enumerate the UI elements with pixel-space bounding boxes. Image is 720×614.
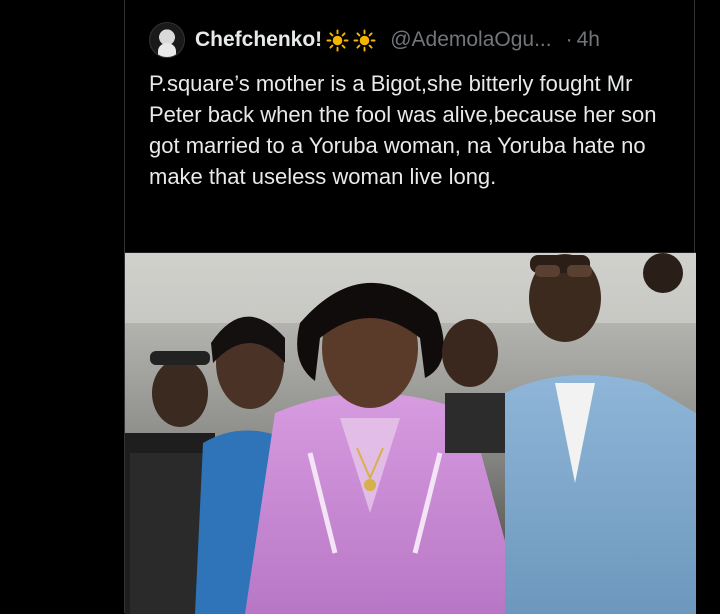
sun-icon — [326, 28, 349, 52]
photo-image — [125, 253, 696, 614]
display-name[interactable]: Chefchenko! — [195, 28, 322, 52]
avatar[interactable] — [149, 22, 185, 58]
separator-dot: · — [565, 28, 573, 51]
tweet-header: Chefchenko! @AdemolaOgu... · 4h — [149, 20, 689, 60]
timestamp[interactable]: 4h — [577, 28, 600, 52]
sun-icon — [353, 28, 376, 52]
tweet-text: P.square’s mother is a Bigot,she bitterl… — [149, 71, 657, 189]
tweet-photo[interactable] — [125, 252, 696, 614]
author-handle[interactable]: @AdemolaOgu... — [390, 28, 551, 52]
tweet-card[interactable]: Chefchenko! @AdemolaOgu... · 4h P.square… — [124, 0, 696, 614]
